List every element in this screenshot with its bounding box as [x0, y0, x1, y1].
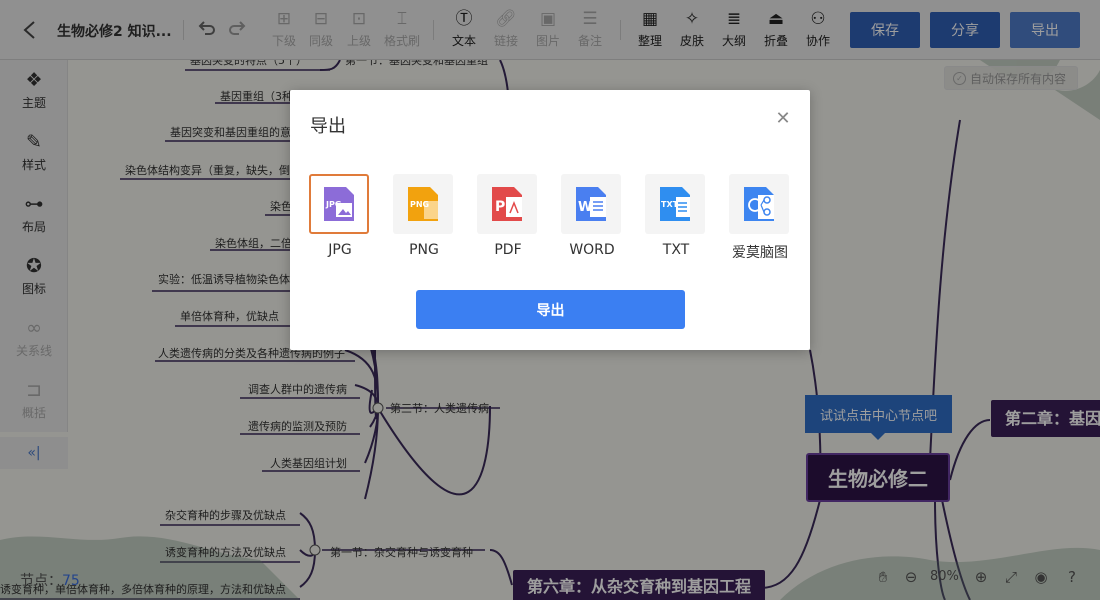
txt-file-icon: TXT: [645, 174, 705, 234]
format-option-word[interactable]: W WORD: [561, 174, 623, 258]
format-label: PDF: [494, 242, 522, 258]
word-file-icon: W: [561, 174, 621, 234]
imindmap-file-icon: [729, 174, 789, 234]
svg-text:PNG: PNG: [410, 200, 429, 209]
format-label: WORD: [569, 242, 615, 258]
pdf-file-icon: P: [477, 174, 537, 234]
confirm-export-button[interactable]: 导出: [416, 290, 685, 329]
format-label: TXT: [662, 242, 690, 258]
svg-text:TXT: TXT: [661, 200, 679, 209]
svg-text:W: W: [578, 200, 592, 215]
format-option-pdf[interactable]: P PDF: [477, 174, 539, 258]
format-option-png[interactable]: PNG PNG: [393, 174, 455, 258]
format-label: JPG: [328, 242, 352, 258]
close-icon[interactable]: ✕: [774, 110, 792, 128]
png-file-icon: PNG: [393, 174, 453, 234]
format-label: 爱莫脑图: [732, 245, 788, 261]
format-option-txt[interactable]: TXT TXT: [645, 174, 707, 258]
dialog-title: 导出: [310, 116, 346, 137]
format-option-jpg[interactable]: JPG JPG: [309, 174, 371, 258]
svg-text:JPG: JPG: [325, 200, 341, 209]
jpg-file-icon: JPG: [309, 174, 369, 234]
export-dialog: 导出 ✕ JPG JPG PNG PNG P PDF W WORD TXT TX…: [290, 90, 810, 350]
format-option-imindmap[interactable]: 爱莫脑图: [729, 174, 791, 262]
svg-text:P: P: [495, 199, 505, 215]
format-label: PNG: [409, 242, 439, 258]
